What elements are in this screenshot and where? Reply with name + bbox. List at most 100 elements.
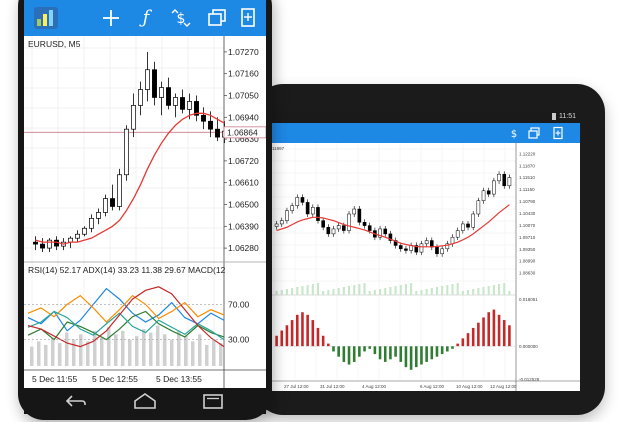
candle	[159, 87, 164, 98]
candle	[201, 114, 206, 122]
volume-bar	[275, 291, 278, 295]
volume-bar	[373, 290, 376, 295]
volume-bar	[472, 289, 475, 295]
volume-bar	[342, 287, 345, 295]
candle	[486, 190, 491, 195]
indicator-histogram-bar	[100, 337, 104, 366]
indicator-histogram-bar	[177, 330, 181, 366]
candle	[187, 101, 192, 110]
volume-bar	[384, 288, 387, 295]
crosshair-icon[interactable]	[96, 3, 126, 33]
price-axis-label: 1.09710	[519, 235, 536, 240]
candle	[103, 198, 108, 213]
indicator-histogram-bar	[191, 341, 195, 366]
indicator-histogram-bar	[51, 337, 55, 366]
volume-bar	[482, 287, 485, 295]
time-axis-label: 27 Jul 12:00	[284, 384, 309, 389]
macd-bar	[430, 346, 434, 360]
app-logo-icon[interactable]	[34, 7, 58, 29]
macd-bar	[301, 312, 304, 347]
windows-icon[interactable]	[202, 3, 232, 33]
tablet-status-bar: 11:51	[270, 111, 580, 123]
candle	[461, 223, 465, 231]
price-axis-label: 1.09350	[519, 247, 536, 252]
candle	[455, 230, 460, 238]
macd-bar	[368, 346, 372, 349]
candle	[342, 225, 346, 231]
indicator-histogram-bar	[79, 334, 83, 366]
volume-bar	[425, 289, 428, 295]
candle	[274, 223, 279, 227]
volume-bar	[492, 285, 495, 295]
macd-bar	[435, 346, 439, 357]
new-document-icon[interactable]	[551, 126, 565, 140]
macd-bar	[456, 343, 459, 347]
tablet-time-axis: 27 Jul 12:00 31 Jul 12:00 4 Aug 12:00 6 Aug…	[284, 384, 517, 389]
svg-text:$: $	[511, 129, 517, 140]
volume-bar	[446, 285, 449, 295]
macd-bar	[332, 346, 335, 352]
time-axis-label: 12 Aug 12:00	[490, 384, 517, 389]
volume-bar	[466, 290, 470, 295]
windows-icon[interactable]	[527, 126, 541, 140]
macd-bar	[337, 346, 340, 357]
back-icon[interactable]	[64, 392, 88, 410]
indicator-histogram-bar	[93, 330, 97, 366]
indicator-histogram-bar	[37, 341, 41, 366]
volume-bar	[363, 283, 366, 295]
volume-bar	[358, 284, 361, 295]
candle	[138, 89, 143, 106]
candle	[166, 87, 171, 106]
indicator-line	[27, 287, 225, 332]
volume-bar	[280, 290, 283, 295]
indicator-histogram-bar	[212, 339, 216, 366]
macd-bar	[342, 346, 346, 362]
indicator-histogram-bar	[72, 339, 76, 366]
candle	[404, 248, 408, 251]
tablet-macd-histogram	[270, 309, 516, 370]
indicator-histogram-bar	[58, 343, 62, 366]
candle	[321, 220, 325, 228]
tablet-chart-area[interactable]: 11997 1.12220 1.11870 1.11510 1.11150 1.1079…	[270, 143, 580, 391]
volume-bar	[435, 287, 439, 295]
phone-chart-area[interactable]: EURUSD, M5 RSI(14) 52.17 ADX(14) 33.23 1…	[24, 36, 266, 388]
volume-bar	[379, 289, 382, 295]
volume-bar	[353, 285, 356, 295]
volume-bar	[394, 286, 397, 295]
volume-bar	[498, 284, 501, 295]
candle	[326, 227, 331, 235]
recent-apps-icon[interactable]	[201, 392, 225, 410]
volume-bar	[322, 291, 325, 295]
time-axis-label: 5 Dec 11:55	[32, 374, 77, 384]
candle	[124, 128, 129, 176]
volume-bar	[285, 289, 288, 295]
function-icon[interactable]: ƒ	[131, 3, 161, 33]
indicator-axis-label: 0.000000	[519, 344, 538, 349]
macd-bar	[295, 314, 299, 347]
candle	[481, 190, 486, 201]
macd-bar	[378, 346, 382, 360]
candle	[507, 177, 512, 187]
macd-bar	[425, 346, 428, 362]
home-icon[interactable]	[132, 392, 158, 410]
trade-icon[interactable]: $	[166, 3, 196, 33]
volume-bar	[420, 290, 423, 295]
macd-bar	[440, 346, 444, 355]
volume-bar	[441, 286, 444, 295]
indicator-histogram-bar	[128, 339, 132, 366]
price-axis-label: 1.10070	[519, 223, 536, 228]
candle	[285, 210, 289, 221]
trade-icon[interactable]: $	[507, 126, 521, 140]
candle	[305, 202, 310, 215]
phone-candlestick-series	[33, 51, 227, 253]
macd-bar	[404, 346, 408, 368]
candle	[367, 225, 372, 231]
indicator-histogram-bar	[219, 343, 223, 366]
macd-bar	[316, 327, 320, 347]
phone-nav-bar	[24, 388, 266, 414]
macd-bar	[451, 346, 454, 349]
candle	[89, 218, 94, 229]
macd-bar	[347, 346, 351, 365]
indicator-histogram-bar	[30, 346, 34, 366]
new-document-icon[interactable]	[233, 3, 263, 33]
